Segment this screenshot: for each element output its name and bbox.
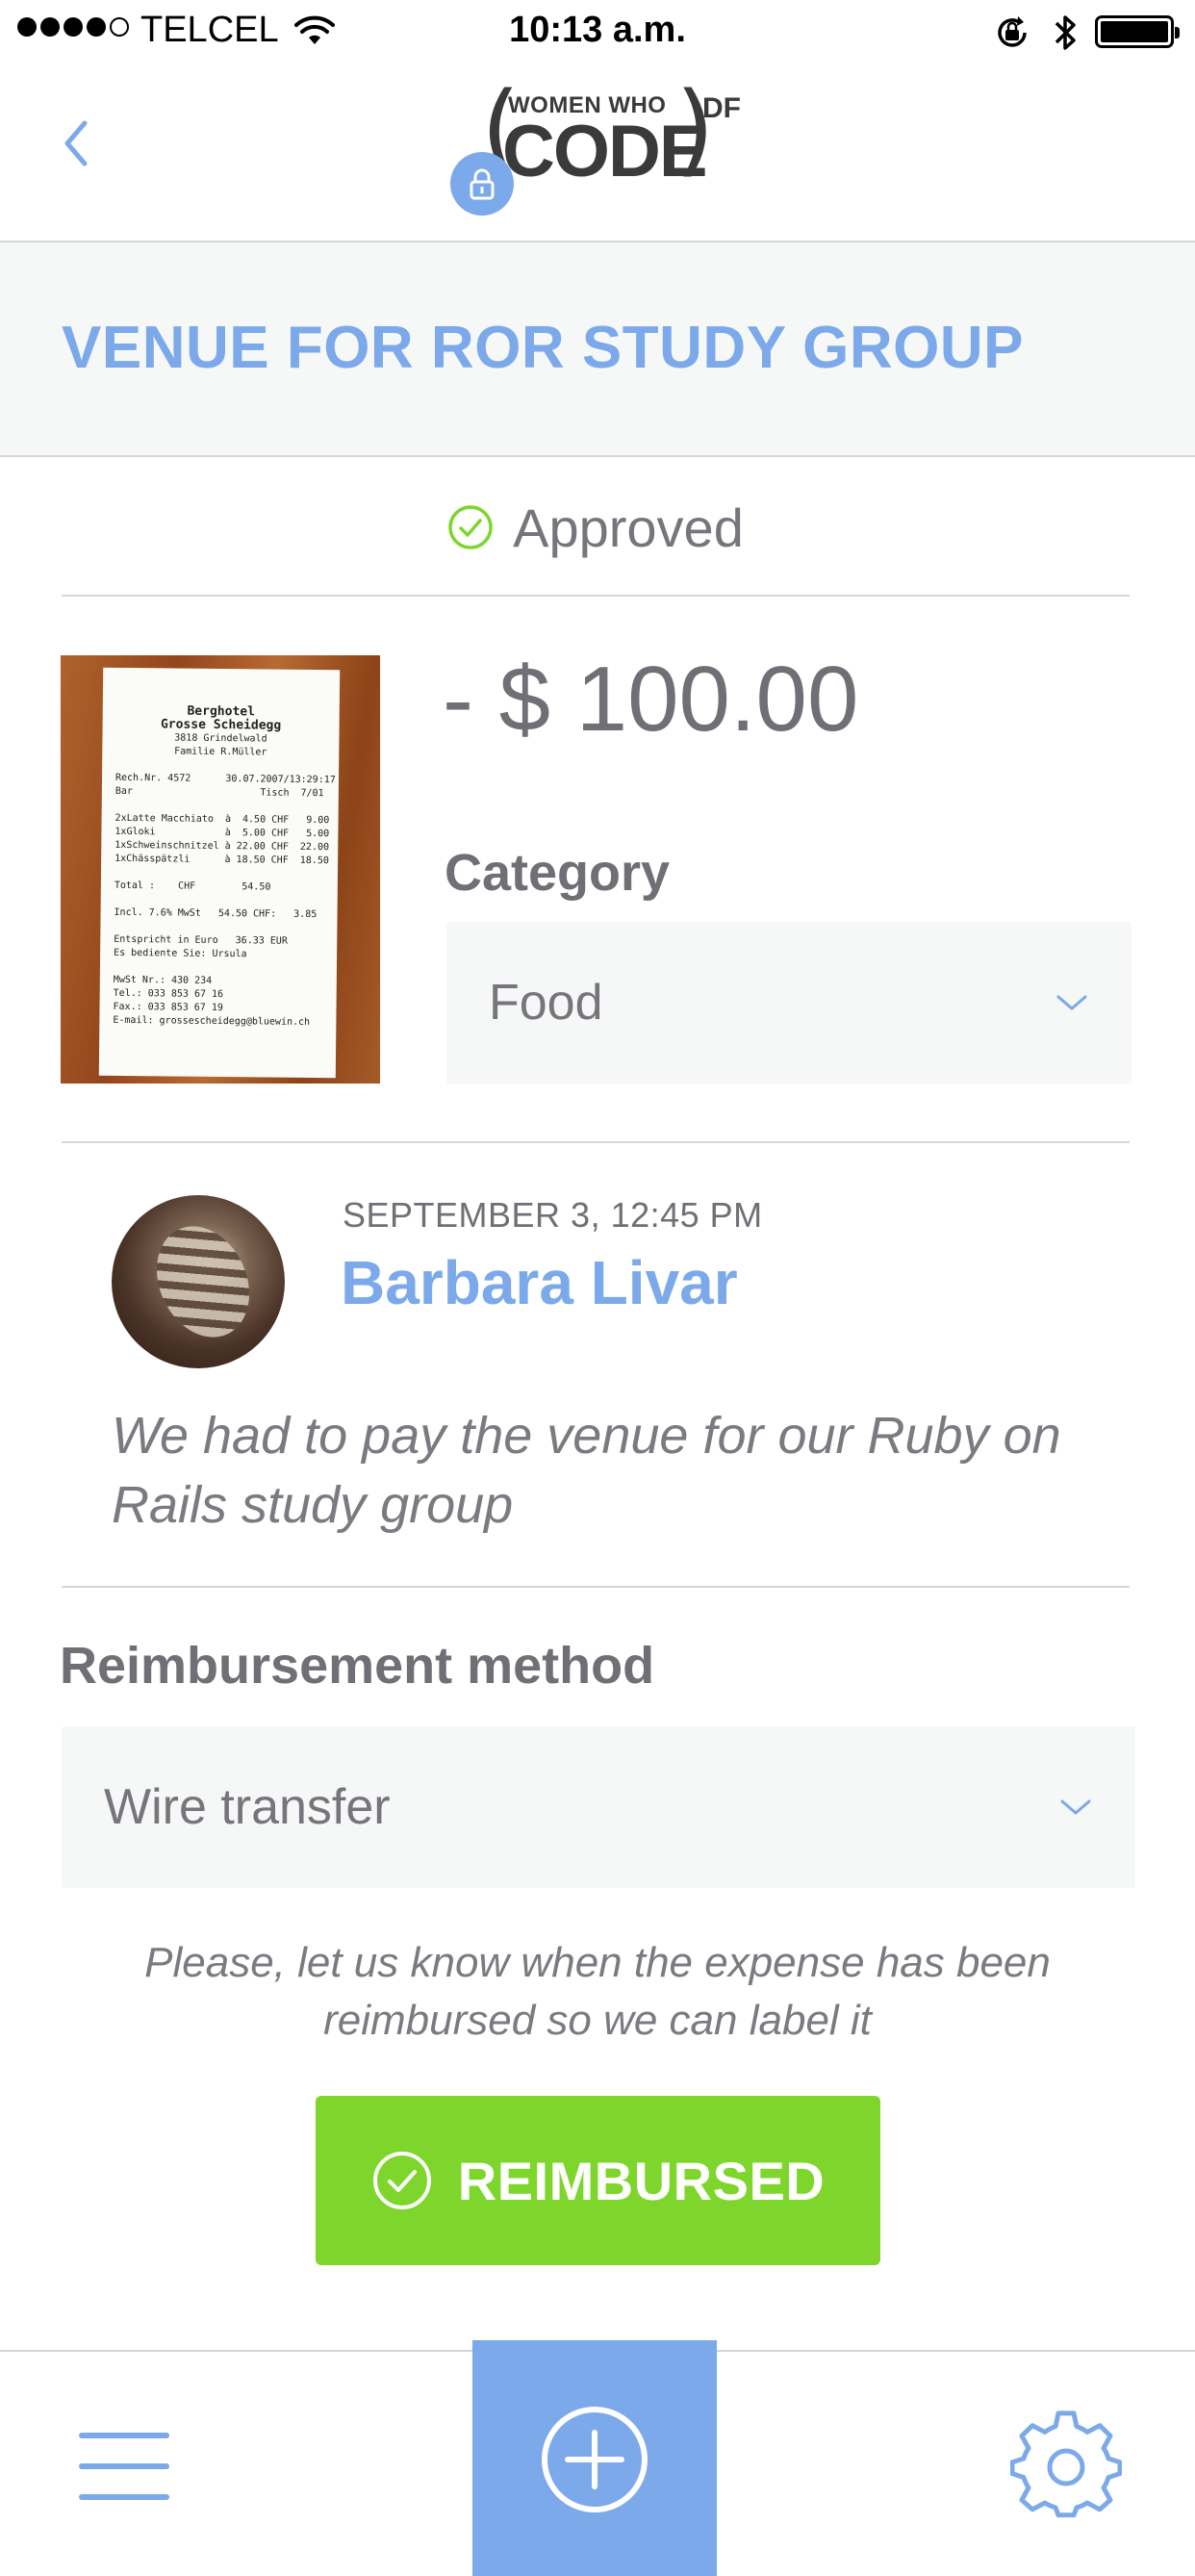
divider [62,1586,1130,1588]
category-label: Category [445,844,671,902]
reimbursed-button-label: REIMBURSED [457,2150,826,2211]
rotation-lock-icon [998,16,1027,47]
receipt-line: Incl. 7.6% MwSt 54.50 CHF: 3.85 [114,906,318,921]
menu-icon[interactable] [79,2429,171,2506]
divider [62,1141,1130,1143]
submission-date: SEPTEMBER 3, 12:45 PM [343,1195,763,1235]
expense-title: VENUE FOR ROR STUDY GROUP [62,315,1025,381]
approval-status: Approved [62,460,1130,597]
reimbursement-method-label: Reimbursement method [60,1637,655,1695]
chevron-down-icon [1060,1799,1091,1815]
status-label: Approved [513,497,744,558]
check-circle-icon [372,2152,431,2209]
reimbursement-method-select[interactable]: Wire transfer [62,1726,1135,1888]
status-bar: TELCEL 10:13 a.m. [0,0,1195,64]
receipt-line: Bar Tisch 7/01 [114,785,324,800]
gear-icon[interactable] [1010,2410,1122,2521]
check-circle-icon [448,505,493,549]
receipt-paper: Berghotel Grosse Scheidegg 3818 Grindelwal… [98,667,341,1079]
expense-description: We had to pay the venue for our Ruby on … [112,1407,1061,1534]
bottom-tab-bar [0,2340,1195,2576]
reimbursed-button[interactable]: REIMBURSED [316,2096,880,2265]
nav-bar: ( WOMEN WHO CODE ) DF [0,64,1195,242]
receipt-thumbnail[interactable]: Berghotel Grosse Scheidegg 3818 Grindelwal… [61,655,380,1084]
avatar [112,1195,285,1368]
back-chevron-icon[interactable] [56,110,104,177]
receipt-line: 1xChässpätzli à 18.50 CHF 18.50 [114,853,329,867]
reimbursement-note: Please, let us know when the expense has… [144,1939,1051,2044]
battery-icon [1095,15,1180,48]
plus-circle-icon [542,2406,648,2512]
lock-icon [450,152,514,216]
submitter-name[interactable]: Barbara Livar [341,1247,738,1318]
women-who-code-logo: ( WOMEN WHO CODE ) DF [481,70,741,192]
receipt-line: E-mail: grossescheidegg@bluewin.ch [113,1014,311,1028]
chevron-down-icon [1056,995,1087,1010]
bluetooth-icon [1055,15,1076,50]
add-expense-button[interactable] [472,2340,717,2576]
category-select[interactable]: Food [446,922,1131,1084]
receipt-line: Es bediente Sie: Ursula [114,947,247,960]
expense-title-band: VENUE FOR ROR STUDY GROUP [0,242,1195,457]
category-value: Food [489,975,603,1031]
reimbursement-method-value: Wire transfer [104,1779,391,1835]
receipt-line: Total : CHF 54.50 [114,880,271,893]
expense-amount: - $ 100.00 [443,648,859,751]
